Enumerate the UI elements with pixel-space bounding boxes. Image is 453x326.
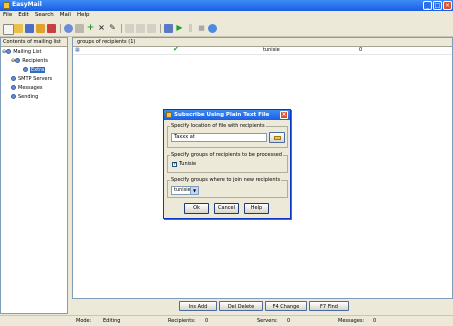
toolbar-separator bbox=[160, 24, 161, 33]
cut-icon[interactable] bbox=[125, 24, 134, 33]
sending-icon bbox=[11, 94, 16, 99]
tree-item-sending[interactable]: Sending bbox=[11, 93, 38, 101]
browse-button[interactable] bbox=[269, 132, 285, 143]
tree-item-smtp-servers[interactable]: SMTP Servers bbox=[11, 75, 52, 83]
message-icon bbox=[11, 85, 16, 90]
add-icon[interactable]: + bbox=[86, 24, 95, 33]
change-button[interactable]: F4 Change bbox=[265, 301, 307, 311]
toolbar-separator bbox=[121, 24, 122, 33]
tree-header: Contents of mailing list bbox=[1, 38, 67, 47]
tree-item-messages[interactable]: Messages bbox=[11, 84, 43, 92]
dialog-icon bbox=[166, 112, 172, 118]
table-row[interactable]: ▦ ✔ tunisie 0 bbox=[73, 45, 452, 55]
toolbar: + × ✎ ▶ ‖ ■ bbox=[0, 21, 453, 37]
join-groups-legend: Specify groups where to join new recipie… bbox=[170, 177, 282, 183]
file-path-input[interactable]: Taxxx at bbox=[171, 133, 267, 142]
join-groups-group: Specify groups where to join new recipie… bbox=[167, 177, 288, 198]
tunisie-checkbox-label: Tunisie bbox=[179, 161, 197, 167]
tree-item-extra[interactable]: Extra bbox=[23, 66, 46, 74]
recipients-icon bbox=[15, 58, 21, 63]
subscribe-dialog: Subscribe Using Plain Text File × Specif… bbox=[163, 109, 291, 219]
status-bar: Mode: Editing Recipients: 0 Servers: 0 M… bbox=[0, 315, 453, 326]
list-icon bbox=[6, 49, 12, 54]
find-button[interactable]: F7 Find bbox=[309, 301, 349, 311]
tunisie-checkbox[interactable]: ✓ bbox=[172, 162, 177, 167]
file-location-legend: Specify location of file with recipients bbox=[170, 123, 266, 129]
check-icon: ✔ bbox=[173, 45, 179, 53]
save-icon[interactable] bbox=[25, 24, 34, 33]
delete-button[interactable]: Del Delete bbox=[219, 301, 263, 311]
open-icon[interactable] bbox=[14, 24, 23, 33]
dialog-title-bar: Subscribe Using Plain Text File × bbox=[164, 110, 290, 120]
file-location-group: Specify location of file with recipients… bbox=[167, 123, 288, 148]
dialog-close-button[interactable]: × bbox=[280, 111, 288, 119]
close-button[interactable]: × bbox=[443, 1, 452, 10]
delete-icon[interactable]: × bbox=[97, 24, 106, 33]
action-bar: Ins Add Del Delete F4 Change F7 Find bbox=[0, 299, 453, 313]
app-icon bbox=[3, 2, 10, 9]
user-icon[interactable] bbox=[64, 24, 73, 33]
add-button[interactable]: Ins Add bbox=[179, 301, 217, 311]
folder-icon[interactable] bbox=[36, 24, 45, 33]
join-group-value: tunisie bbox=[174, 187, 191, 193]
group-name: tunisie bbox=[263, 47, 280, 53]
paste-icon[interactable] bbox=[147, 24, 156, 33]
help-button[interactable]: Help bbox=[244, 203, 269, 214]
minimize-button[interactable]: _ bbox=[423, 1, 432, 10]
cancel-button[interactable]: Cancel bbox=[214, 203, 239, 214]
tree-item-mailing-list[interactable]: ⊖ Mailing List bbox=[2, 48, 41, 56]
group-icon: ▦ bbox=[75, 47, 80, 53]
menu-mail[interactable]: Mail bbox=[57, 11, 74, 19]
toolbar-separator bbox=[60, 24, 61, 33]
column-header-groups[interactable]: groups of recipients (1) bbox=[77, 38, 135, 46]
folder-icon bbox=[274, 136, 281, 140]
window-title: EasyMail bbox=[12, 1, 42, 8]
menu-edit[interactable]: Edit bbox=[15, 11, 32, 19]
maximize-button[interactable]: □ bbox=[433, 1, 442, 10]
dialog-title: Subscribe Using Plain Text File bbox=[174, 112, 270, 118]
user-disabled-icon[interactable] bbox=[75, 24, 84, 33]
tree-panel: Contents of mailing list ⊖ Mailing List ⊖… bbox=[0, 37, 68, 314]
stop-icon[interactable] bbox=[47, 24, 56, 33]
stop-send-icon[interactable]: ■ bbox=[197, 24, 206, 33]
menu-file[interactable]: File bbox=[0, 11, 15, 19]
globe-icon[interactable] bbox=[208, 24, 217, 33]
groups-processed-group: Specify groups of recipients to be proce… bbox=[167, 152, 288, 173]
edit-icon[interactable]: ✎ bbox=[108, 24, 117, 33]
groups-processed-legend: Specify groups of recipients to be proce… bbox=[170, 152, 283, 158]
find-icon[interactable] bbox=[164, 24, 173, 33]
server-icon bbox=[11, 76, 16, 81]
ok-button[interactable]: Ok bbox=[184, 203, 209, 214]
tree-item-recipients[interactable]: ⊖ Recipients bbox=[11, 57, 48, 65]
chevron-down-icon[interactable]: ▼ bbox=[190, 187, 198, 194]
group-count: 0 bbox=[359, 47, 363, 53]
new-icon[interactable] bbox=[3, 24, 14, 35]
title-bar: EasyMail _ □ × bbox=[0, 0, 453, 11]
menu-search[interactable]: Search bbox=[32, 11, 57, 19]
pause-icon[interactable]: ‖ bbox=[186, 24, 195, 33]
group-icon bbox=[23, 67, 28, 72]
menu-help[interactable]: Help bbox=[74, 11, 93, 19]
copy-icon[interactable] bbox=[136, 24, 145, 33]
play-icon[interactable]: ▶ bbox=[175, 24, 184, 33]
join-group-select[interactable]: tunisie ▼ bbox=[171, 186, 199, 195]
menu-bar: File Edit Search Mail Help bbox=[0, 11, 453, 21]
